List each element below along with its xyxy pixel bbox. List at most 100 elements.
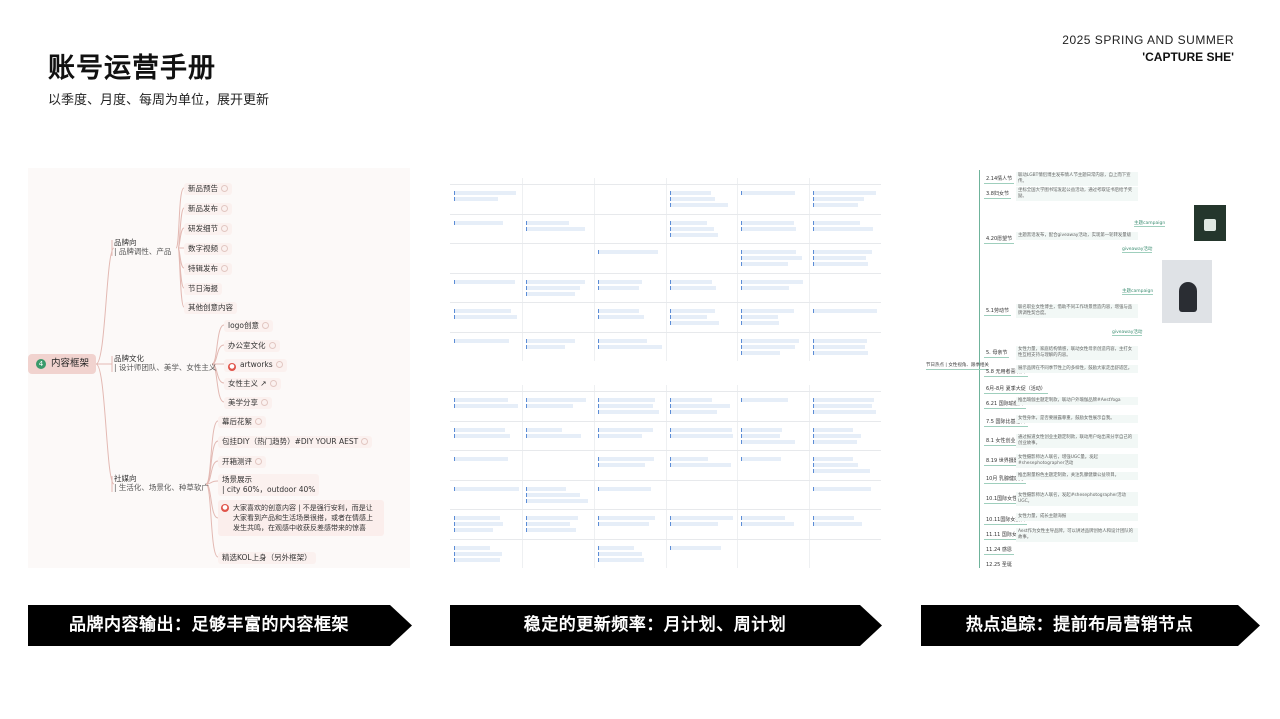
calendar-event[interactable] xyxy=(813,439,858,444)
calendar-event[interactable] xyxy=(669,457,708,461)
calendar-event[interactable] xyxy=(813,350,868,355)
calendar-event[interactable] xyxy=(813,433,861,438)
calendar-event[interactable] xyxy=(454,516,500,520)
calendar-event[interactable] xyxy=(454,551,503,556)
calendar-event[interactable] xyxy=(741,279,803,284)
calendar-event[interactable] xyxy=(813,486,871,491)
calendar-event[interactable] xyxy=(597,551,642,556)
calendar-event[interactable] xyxy=(669,404,731,408)
calendar-event[interactable] xyxy=(669,427,732,432)
calendar-event[interactable] xyxy=(813,197,864,201)
calendar-event[interactable] xyxy=(813,463,858,467)
calendar-event[interactable] xyxy=(669,226,715,231)
calendar-event[interactable] xyxy=(454,433,510,438)
calendar-event[interactable] xyxy=(669,522,718,526)
calendar-event[interactable] xyxy=(669,516,733,520)
calendar-event[interactable] xyxy=(525,398,586,402)
calendar-event[interactable] xyxy=(813,404,872,408)
calendar-event[interactable] xyxy=(669,285,717,290)
calendar-event[interactable] xyxy=(813,256,867,260)
calendar-event[interactable] xyxy=(525,279,586,284)
calendar-event[interactable] xyxy=(454,338,510,343)
calendar-event[interactable] xyxy=(525,344,565,349)
calendar-event[interactable] xyxy=(813,427,853,432)
calendar-event[interactable] xyxy=(597,557,644,562)
calendar-event[interactable] xyxy=(741,262,788,266)
calendar-event[interactable] xyxy=(669,191,711,195)
calendar-event[interactable] xyxy=(813,457,854,461)
calendar-event[interactable] xyxy=(741,457,782,461)
calendar-event[interactable] xyxy=(741,344,796,349)
calendar-event[interactable] xyxy=(597,285,640,290)
calendar-event[interactable] xyxy=(813,191,877,195)
calendar-event[interactable] xyxy=(454,315,517,319)
calendar-event[interactable] xyxy=(597,404,654,408)
calendar-event[interactable] xyxy=(525,285,581,290)
calendar-event[interactable] xyxy=(741,427,782,432)
calendar-event[interactable] xyxy=(741,285,790,290)
calendar-event[interactable] xyxy=(454,427,506,432)
calendar-event[interactable] xyxy=(669,398,713,402)
calendar-event[interactable] xyxy=(597,486,652,491)
calendar-event[interactable] xyxy=(525,404,574,408)
calendar-event[interactable] xyxy=(813,226,874,231)
calendar-event[interactable] xyxy=(597,433,642,438)
calendar-event[interactable] xyxy=(741,250,796,254)
calendar-event[interactable] xyxy=(813,398,874,402)
calendar-event[interactable] xyxy=(813,203,858,207)
calendar-event[interactable] xyxy=(669,463,731,467)
calendar-event[interactable] xyxy=(454,404,519,408)
calendar-event[interactable] xyxy=(813,262,869,266)
calendar-event[interactable] xyxy=(741,433,781,438)
calendar-event[interactable] xyxy=(597,522,649,526)
calendar-event[interactable] xyxy=(597,338,647,343)
calendar-event[interactable] xyxy=(669,315,708,319)
calendar-event[interactable] xyxy=(454,197,499,201)
calendar-event[interactable] xyxy=(454,279,516,284)
calendar-event[interactable] xyxy=(597,344,663,349)
calendar-event[interactable] xyxy=(454,528,494,532)
calendar-event[interactable] xyxy=(741,338,800,343)
calendar-event[interactable] xyxy=(669,220,707,225)
calendar-event[interactable] xyxy=(525,433,581,438)
calendar-event[interactable] xyxy=(741,398,788,402)
calendar-event[interactable] xyxy=(597,457,655,461)
calendar-event[interactable] xyxy=(669,203,729,207)
calendar-event[interactable] xyxy=(813,410,876,414)
calendar-event[interactable] xyxy=(813,220,860,225)
calendar-event[interactable] xyxy=(813,344,866,349)
calendar-event[interactable] xyxy=(454,486,519,491)
calendar-event[interactable] xyxy=(525,528,577,532)
calendar-event[interactable] xyxy=(525,486,567,491)
calendar-event[interactable] xyxy=(454,398,509,402)
calendar-event[interactable] xyxy=(525,291,576,296)
calendar-event[interactable] xyxy=(741,439,796,444)
calendar-event[interactable] xyxy=(597,410,659,414)
calendar-event[interactable] xyxy=(454,545,491,550)
calendar-event[interactable] xyxy=(813,250,872,254)
calendar-event[interactable] xyxy=(741,226,797,231)
calendar-event[interactable] xyxy=(597,463,646,467)
calendar-event[interactable] xyxy=(669,309,716,313)
calendar-event[interactable] xyxy=(669,433,733,438)
calendar-event[interactable] xyxy=(741,191,796,195)
calendar-event[interactable] xyxy=(669,197,715,201)
calendar-event[interactable] xyxy=(813,338,867,343)
calendar-event[interactable] xyxy=(597,315,644,319)
calendar-event[interactable] xyxy=(597,309,639,313)
calendar-event[interactable] xyxy=(741,220,795,225)
calendar-event[interactable] xyxy=(741,516,786,520)
calendar-event[interactable] xyxy=(741,350,780,355)
calendar-event[interactable] xyxy=(813,469,871,473)
calendar-event[interactable] xyxy=(454,191,516,195)
calendar-event[interactable] xyxy=(813,516,854,520)
calendar-event[interactable] xyxy=(741,309,794,313)
calendar-event[interactable] xyxy=(669,279,712,284)
calendar-event[interactable] xyxy=(597,398,655,402)
calendar-event[interactable] xyxy=(669,545,721,550)
calendar-event[interactable] xyxy=(525,427,563,432)
calendar-event[interactable] xyxy=(525,516,579,520)
calendar-event[interactable] xyxy=(597,516,656,520)
calendar-event[interactable] xyxy=(741,321,780,325)
calendar-event[interactable] xyxy=(597,545,635,550)
